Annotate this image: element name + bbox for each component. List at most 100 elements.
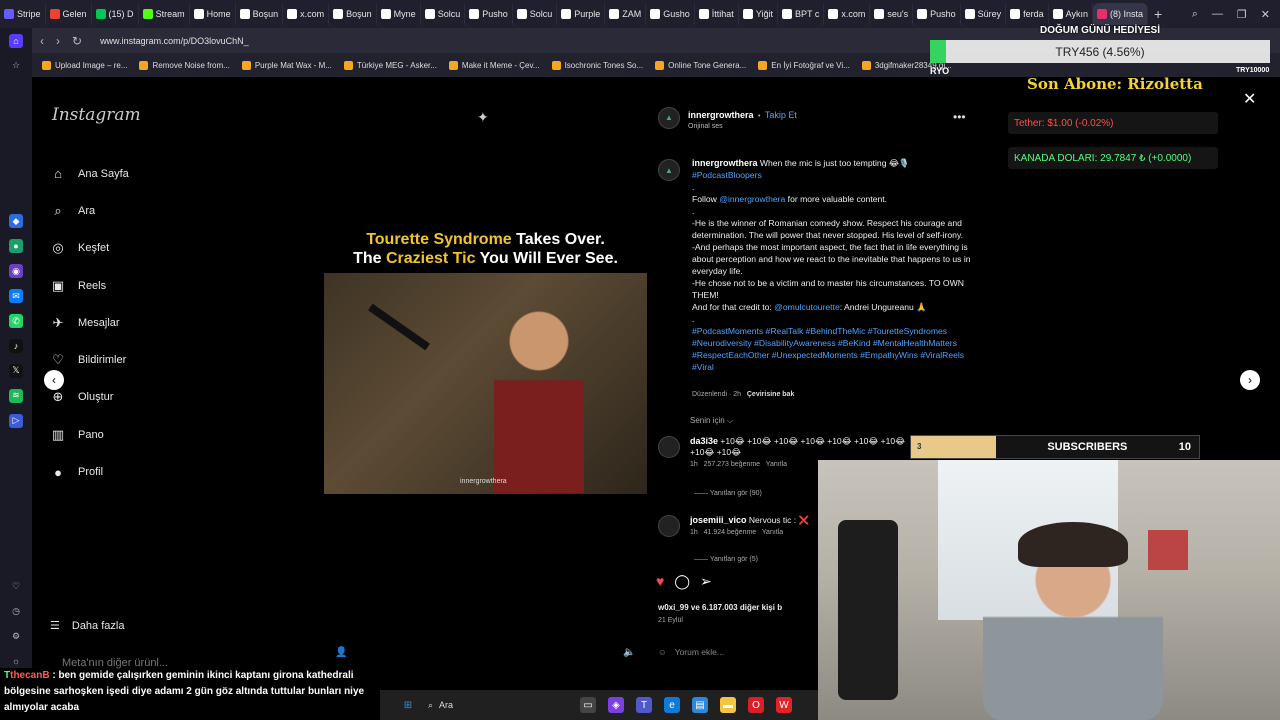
file-explorer-icon[interactable]: ▬ [720, 697, 736, 713]
caption-tag[interactable]: #PodcastMoments #RealTalk #BehindTheMic … [692, 326, 964, 372]
browser-tab[interactable]: Aykın [1049, 3, 1094, 25]
audio-label[interactable]: Orijinal ses [688, 123, 797, 130]
browser-tab[interactable]: ZAM [605, 3, 647, 25]
bookmark-item[interactable]: Isochronic Tones So... [551, 60, 643, 70]
more-menu-item[interactable]: ☰ Daha fazla [50, 607, 168, 644]
browser-tab[interactable]: Pusho [465, 3, 513, 25]
nav-item[interactable]: ● Profil [50, 453, 129, 490]
spotify-icon[interactable]: ≋ [9, 388, 23, 403]
close-icon[interactable]: ✕ [1243, 89, 1256, 109]
browser-tab[interactable]: (15) D [92, 3, 139, 25]
commenter-avatar[interactable] [658, 515, 680, 537]
browser-tab[interactable]: x.com [824, 3, 871, 25]
app-rail-icon[interactable]: ◆ [9, 214, 23, 229]
for-you-dropdown[interactable]: Senin için ⌵ [690, 416, 733, 426]
caption-author[interactable]: innergrowthera [692, 158, 758, 168]
bookmark-item[interactable]: Türkiye MEG - Asker... [343, 60, 437, 70]
browser-tab[interactable]: Boşun [236, 3, 284, 25]
caption-tag[interactable]: @omulcutourette [774, 302, 840, 312]
bulb-rail-icon[interactable]: ☼ [9, 654, 23, 668]
sparkle-icon[interactable]: ✦ [477, 109, 489, 126]
browser-tab[interactable]: Solcu [421, 3, 466, 25]
messenger-icon[interactable]: ✉ [9, 289, 23, 304]
app-taskbar-icon[interactable]: W [776, 697, 792, 713]
caption-tag[interactable]: #PodcastBloopers [692, 170, 762, 180]
browser-tab[interactable]: BPT c [778, 3, 825, 25]
nav-item[interactable]: ⌕ Ara [50, 192, 129, 229]
comment-likes[interactable]: 41.924 beğenme [704, 529, 757, 536]
next-arrow-icon[interactable]: › [1240, 370, 1260, 390]
browser-tab[interactable]: Yiğit [739, 3, 778, 25]
browser-tab[interactable]: Gelen [46, 3, 92, 25]
caption-tag[interactable]: @innergrowthera [719, 194, 785, 204]
settings-rail-icon[interactable]: ⚙ [9, 629, 23, 643]
comment-icon[interactable]: ◯ [674, 573, 690, 590]
maximize-icon[interactable]: ❐ [1237, 8, 1247, 21]
browser-tab[interactable]: (8) Insta [1093, 3, 1149, 25]
task-view-icon[interactable]: ▭ [580, 697, 596, 713]
caption-avatar[interactable]: ▲ [658, 159, 680, 181]
browser-tab[interactable]: Purple [557, 3, 606, 25]
bookmark-item[interactable]: Remove Noise from... [139, 60, 230, 70]
comment-input[interactable]: Yorum ekle... [675, 647, 724, 657]
browser-tab[interactable]: Solcu [513, 3, 558, 25]
bookmark-item[interactable]: Online Tone Genera... [655, 60, 746, 70]
browser-tab[interactable]: x.com [283, 3, 330, 25]
browser-tab[interactable]: Stripe [0, 3, 46, 25]
copilot-icon[interactable]: ◈ [608, 697, 624, 713]
star-rail-icon[interactable]: ☆ [9, 59, 23, 73]
bookmark-item[interactable]: Make it Meme - Çev... [448, 60, 540, 70]
like-icon[interactable]: ♥ [656, 573, 664, 590]
teams-icon[interactable]: T [636, 697, 652, 713]
windows-start-icon[interactable]: ⊞ [400, 697, 416, 713]
bookmark-item[interactable]: Upload Image – re... [42, 60, 127, 70]
minimize-icon[interactable]: — [1212, 8, 1223, 21]
new-tab-button[interactable]: + [1148, 6, 1168, 22]
clock-rail-icon[interactable]: ◷ [9, 604, 23, 618]
follow-button[interactable]: Takip Et [765, 110, 797, 120]
reply-link[interactable]: Yanıtla [762, 529, 783, 536]
browser-tab[interactable]: Pusho [913, 3, 961, 25]
likes-count[interactable]: w0xi_99 ve 6.187.003 diğer kişi b [658, 603, 782, 612]
author-name[interactable]: innergrowthera [688, 110, 754, 120]
x-icon[interactable]: 𝕏 [9, 363, 23, 378]
browser-tab[interactable]: Myne [377, 3, 421, 25]
app-rail-icon[interactable]: ◉ [9, 264, 23, 279]
browser-tab[interactable]: Boşun [329, 3, 377, 25]
reply-link[interactable]: Yanıtla [766, 461, 787, 468]
browser-tab[interactable]: seu's [870, 3, 914, 25]
back-icon[interactable]: ‹ [40, 34, 44, 48]
tagged-users-icon[interactable]: 👤 [335, 647, 347, 658]
store-icon[interactable]: ▤ [692, 697, 708, 713]
browser-tab[interactable]: Home [190, 3, 236, 25]
share-icon[interactable]: ➢ [700, 573, 712, 590]
nav-item[interactable]: ✈ Mesajlar [50, 304, 129, 341]
bookmark-item[interactable]: Purple Mat Wax - M... [241, 60, 332, 70]
taskbar-search[interactable]: ⌕ Ara [428, 700, 568, 711]
url-field[interactable]: www.instagram.com/p/DO3lovuChN_ [100, 36, 249, 46]
whatsapp-icon[interactable]: ✆ [9, 314, 23, 329]
more-options-icon[interactable]: ••• [953, 110, 966, 124]
opera-icon[interactable]: O [748, 697, 764, 713]
commenter-avatar[interactable] [658, 436, 680, 458]
bookmark-item[interactable]: En İyi Fotoğraf ve Vi... [758, 60, 850, 70]
translate-link[interactable]: Çevirisine bak [747, 391, 794, 398]
browser-tab[interactable]: Stream [139, 3, 190, 25]
browser-tab[interactable]: İttihat [695, 3, 739, 25]
commenter-name[interactable]: da3i3e [690, 436, 718, 446]
search-tabs-icon[interactable]: ⌕ [1192, 8, 1198, 21]
commenter-name[interactable]: josemiii_vico [690, 515, 747, 525]
post-media[interactable]: ✦ Tourette Syndrome Takes Over. The Craz… [323, 95, 648, 667]
browser-tab[interactable]: Sürey [961, 3, 1007, 25]
browser-tab[interactable]: ferda [1006, 3, 1049, 25]
nav-item[interactable]: ⌂ Ana Sayfa [50, 155, 129, 192]
instagram-logo[interactable]: Instagram [52, 105, 141, 125]
home-rail-icon[interactable]: ⌂ [9, 34, 23, 48]
nav-item[interactable]: ▣ Reels [50, 267, 129, 304]
mute-icon[interactable]: 🔈 [623, 647, 635, 658]
tiktok-icon[interactable]: ♪ [9, 339, 23, 353]
nav-item[interactable]: ▥ Pano [50, 416, 129, 453]
app-rail-icon[interactable]: ● [9, 239, 23, 254]
forward-icon[interactable]: › [56, 34, 60, 48]
view-replies-link[interactable]: —— Yanıtları gör (90) [694, 490, 762, 497]
